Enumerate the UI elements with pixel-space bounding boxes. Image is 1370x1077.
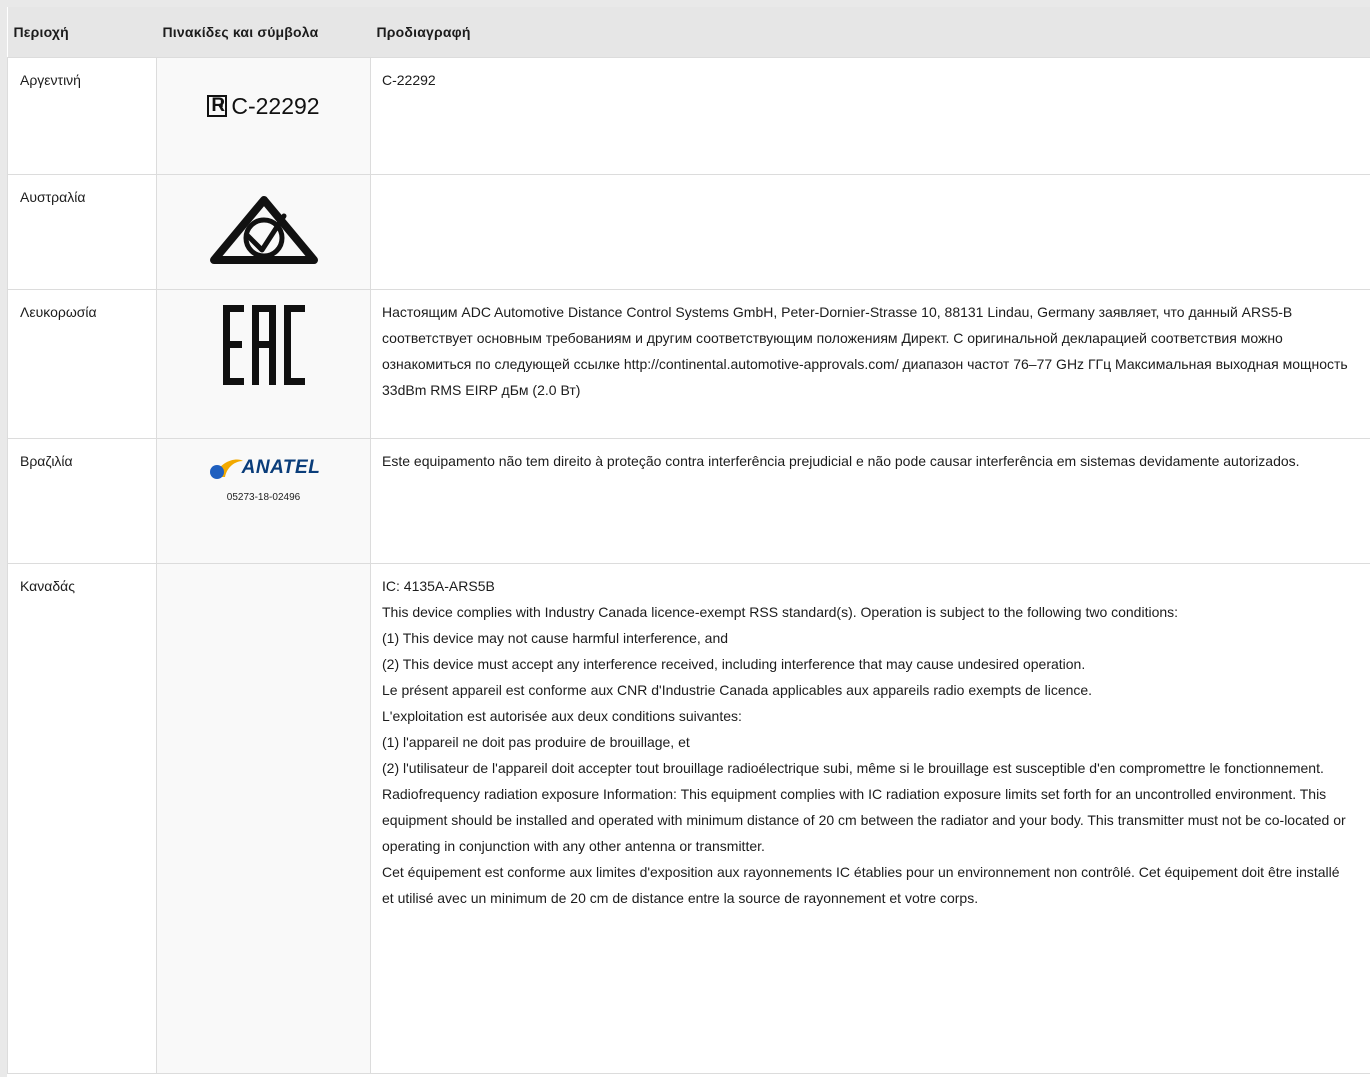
spec-text: Le présent appareil est conforme aux CNR… xyxy=(382,682,1093,698)
spec-text: Настоящим ADC Automotive Distance Contro… xyxy=(382,304,1348,398)
table-row: Καναδάς IC: 4135A-ARS5B This device comp… xyxy=(7,563,1370,1074)
spec-text: IC: 4135A-ARS5B xyxy=(382,578,495,594)
table-row: Αυστραλία xyxy=(7,174,1370,290)
spec-text: Este equipamento não tem direito à prote… xyxy=(382,453,1300,469)
spec-text: C-22292 xyxy=(382,72,436,88)
regulatory-table-page: Περιοχή Πινακίδες και σύμβολα Προδιαγραφ… xyxy=(7,7,1370,1077)
spec-cell xyxy=(370,174,1370,290)
region-cell: Αυστραλία xyxy=(7,174,157,290)
spec-text: L'exploitation est autorisée aux deux co… xyxy=(382,708,742,724)
spec-text: This device complies with Industry Canad… xyxy=(382,604,1179,620)
symbol-cell: R! C-22292 xyxy=(156,57,371,175)
symbol-cell xyxy=(156,563,371,1074)
spec-text: Radiofrequency radiation exposure Inform… xyxy=(382,786,1346,854)
table-header-row: Περιοχή Πινακίδες και σύμβολα Προδιαγραφ… xyxy=(7,7,1370,58)
region-cell: Αργεντινή xyxy=(7,57,157,175)
header-region: Περιοχή xyxy=(7,7,157,58)
symbol-cell: ANATEL 05273-18-02496 xyxy=(156,438,371,564)
argentina-mark-number: C-22292 xyxy=(231,93,320,119)
spec-text: (1) l'appareil ne doit pas produire de b… xyxy=(382,734,690,750)
anatel-logo-icon: ANATEL xyxy=(207,455,321,481)
header-symbols: Πινακίδες και σύμβολα xyxy=(156,7,371,58)
table-row: Βραζιλία ANATEL 05273-18-02496 Este equi… xyxy=(7,438,1370,564)
region-cell: Λευκορωσία xyxy=(7,289,157,439)
symbol-cell xyxy=(156,289,371,439)
table-row: Λευκορωσία Настоящим ADC Automotive Dist… xyxy=(7,289,1370,439)
anatel-certificate-number: 05273-18-02496 xyxy=(226,492,301,503)
rcm-compliance-mark-icon xyxy=(209,196,318,264)
symbol-cell xyxy=(156,174,371,290)
spec-cell: C-22292 xyxy=(370,57,1370,175)
spec-cell: Настоящим ADC Automotive Distance Contro… xyxy=(370,289,1370,439)
table-row: Αργεντινή R! C-22292 C-22292 xyxy=(7,57,1370,175)
regulatory-table: Περιοχή Πινακίδες και σύμβολα Προδιαγραφ… xyxy=(7,7,1370,1074)
argentina-registration-mark-icon: R! C-22292 xyxy=(207,93,320,119)
region-cell: Καναδάς xyxy=(7,563,157,1074)
spec-text: (2) l'utilisateur de l'appareil doit acc… xyxy=(382,760,1324,776)
spec-cell: Este equipamento não tem direito à prote… xyxy=(370,438,1370,564)
region-cell: Βραζιλία xyxy=(7,438,157,564)
eac-mark-icon xyxy=(222,305,305,385)
spec-cell: IC: 4135A-ARS5B This device complies wit… xyxy=(370,563,1370,1074)
spec-text: (2) This device must accept any interfer… xyxy=(382,656,1086,672)
spec-text: Cet équipement est conforme aux limites … xyxy=(382,864,1340,906)
spec-text: (1) This device may not cause harmful in… xyxy=(382,630,729,646)
anatel-logo-text: ANATEL xyxy=(241,457,321,478)
header-spec: Προδιαγραφή xyxy=(370,7,1370,58)
